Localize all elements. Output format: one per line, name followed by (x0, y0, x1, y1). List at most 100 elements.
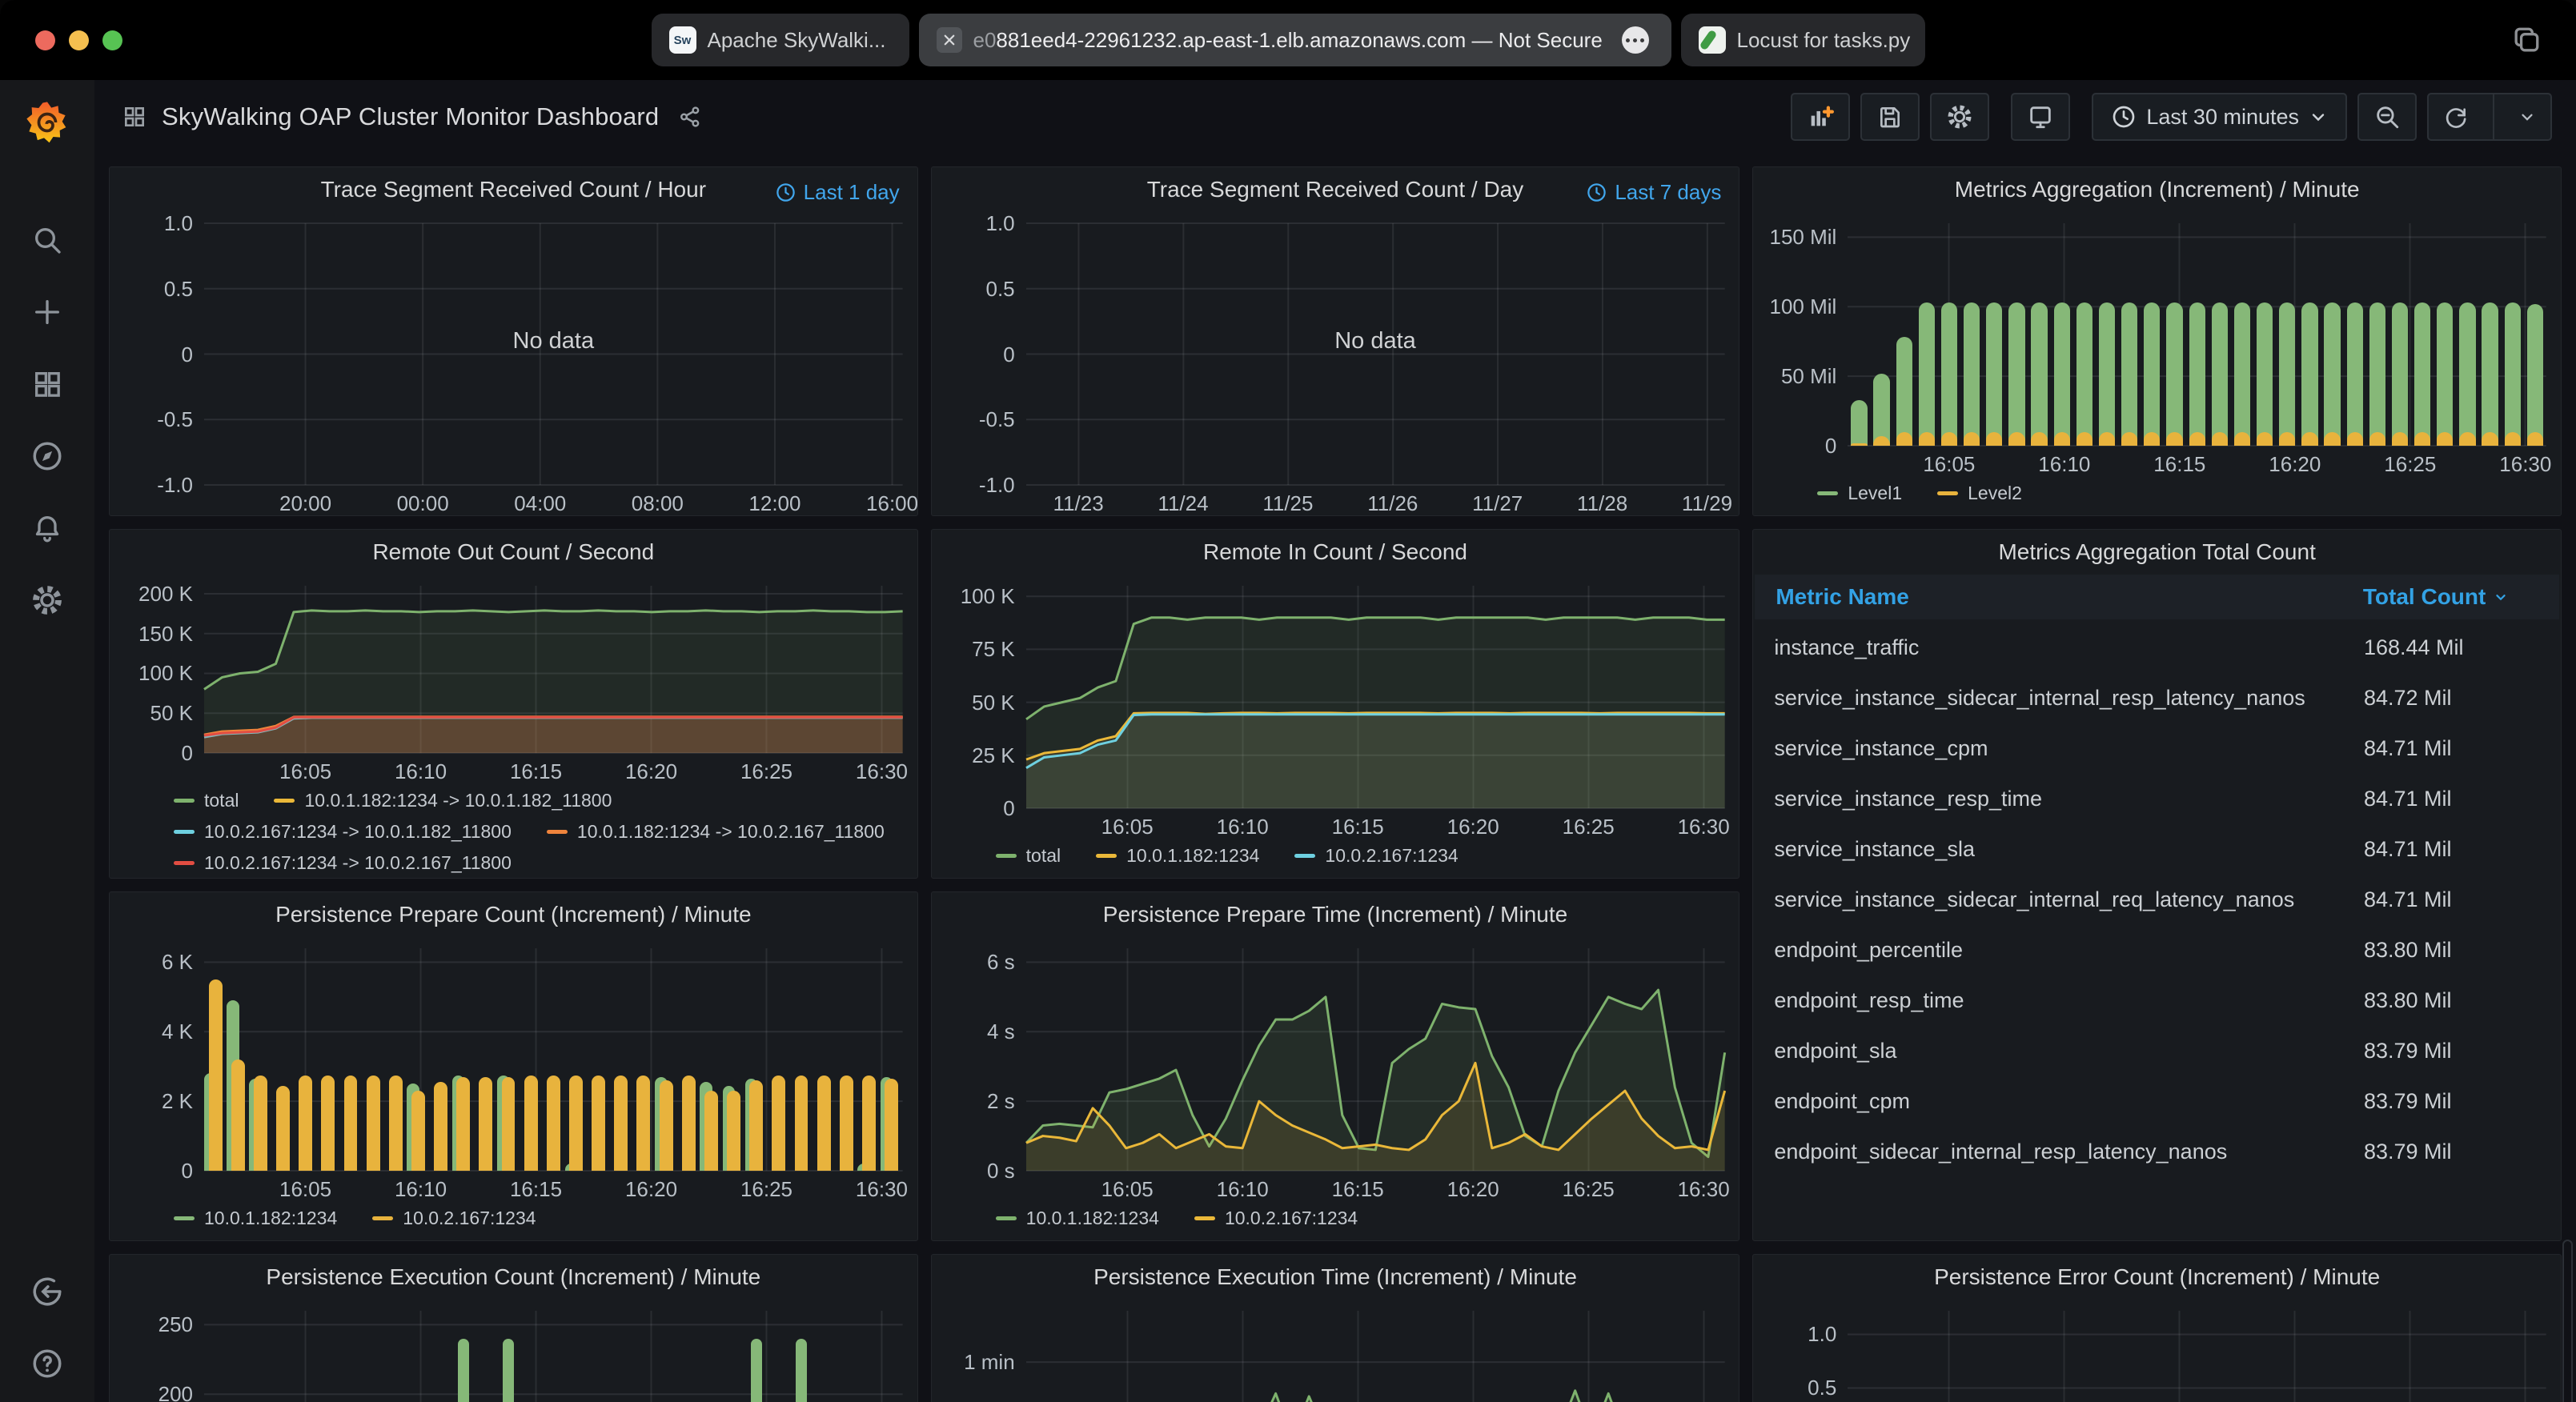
panel-title: Metrics Aggregation (Increment) / Minute (1955, 177, 2360, 202)
grafana-logo[interactable] (25, 99, 70, 146)
zoom-window-button[interactable] (102, 30, 122, 50)
refresh-interval-dropdown[interactable] (2504, 94, 2550, 139)
metric-name-cell: endpoint_resp_time (1774, 988, 2364, 1013)
chart-plot (204, 948, 903, 1171)
y-axis-label: 50 Mil (1753, 364, 1836, 389)
table-header-row: Metric Name Total Count (1755, 575, 2559, 619)
legend-item[interactable]: total (174, 790, 239, 811)
table-row[interactable]: endpoint_percentile83.80 Mil (1753, 925, 2561, 975)
legend-item[interactable]: 10.0.2.167:1234 (1194, 1208, 1358, 1229)
panel-header[interactable]: Persistence Error Count (Increment) / Mi… (1753, 1255, 2561, 1300)
panel-header[interactable]: Metrics Aggregation (Increment) / Minute (1753, 167, 2561, 212)
tab-active-elb[interactable]: e0881eed4-22961232.ap-east-1.elb.amazona… (919, 14, 1671, 66)
panel-header[interactable]: Metrics Aggregation Total Count (1753, 530, 2561, 575)
alerting-bell-icon[interactable] (30, 511, 65, 546)
legend-item[interactable]: 10.0.2.167:1234 -> 10.0.2.167_11800 (174, 852, 512, 874)
tab-locust[interactable]: Locust for tasks.py (1681, 14, 1925, 66)
settings-gear-icon[interactable] (30, 583, 65, 618)
dashboard-toolbar: Last 30 minutes (1791, 93, 2552, 141)
x-axis-label: 16:10 (395, 1177, 447, 1202)
panel-header[interactable]: Persistence Execution Count (Increment) … (110, 1255, 917, 1300)
y-axis-label: 200 K (110, 582, 193, 607)
table-row[interactable]: endpoint_sla83.79 Mil (1753, 1026, 2561, 1076)
legend-item[interactable]: 10.0.1.182:1234 (996, 1208, 1159, 1229)
legend-color-mark (174, 830, 195, 834)
x-axis-label: 16:30 (1678, 1177, 1730, 1202)
chart-body: 100 K75 K50 K25 K016:0516:1016:1516:2016… (932, 575, 1739, 839)
table-row[interactable]: endpoint_sidecar_internal_resp_latency_n… (1753, 1127, 2561, 1177)
dashboard-settings-button[interactable] (1930, 93, 1989, 141)
y-axis-label: 25 K (932, 743, 1015, 768)
window-controls[interactable] (35, 30, 122, 50)
minimize-window-button[interactable] (69, 30, 89, 50)
x-axis-label: 16:20 (1447, 815, 1499, 839)
time-range-picker[interactable]: Last 30 minutes (2092, 93, 2347, 141)
panel-legend: total 10.0.1.182:1234 -> 10.0.1.182_11800… (110, 783, 917, 878)
apps-grid-icon[interactable] (122, 104, 147, 130)
column-header-total-count[interactable]: Total Count (2363, 584, 2538, 610)
panel-header[interactable]: Remote Out Count / Second (110, 530, 917, 575)
panel-header[interactable]: Trace Segment Received Count / Day Last … (932, 167, 1739, 212)
x-axis-label: 00:00 (397, 491, 449, 516)
share-icon[interactable] (678, 105, 702, 129)
explore-compass-icon[interactable] (30, 439, 65, 474)
y-axis-label: 0.5 (110, 277, 193, 302)
table-row[interactable]: service_instance_sidecar_internal_resp_l… (1753, 673, 2561, 723)
legend-item[interactable]: 10.0.2.167:1234 -> 10.0.1.182_11800 (174, 821, 512, 843)
total-count-cell: 84.71 Mil (2364, 887, 2540, 912)
legend-item[interactable]: 10.0.2.167:1234 (1294, 845, 1458, 867)
table-row[interactable]: service_instance_resp_time84.71 Mil (1753, 774, 2561, 824)
chart-plot: No data (204, 223, 903, 485)
panel-title: Trace Segment Received Count / Day (1147, 177, 1524, 202)
y-axis-label: 0.5 (1753, 1376, 1836, 1400)
dashboards-icon[interactable] (30, 367, 65, 402)
refresh-dashboard-button[interactable] (2429, 94, 2483, 139)
close-window-button[interactable] (35, 30, 55, 50)
legend-item[interactable]: 10.0.1.182:1234 -> 10.0.1.182_11800 (274, 790, 612, 811)
table-row[interactable]: service_instance_cpm84.71 Mil (1753, 723, 2561, 774)
table-row[interactable]: endpoint_cpm83.79 Mil (1753, 1076, 2561, 1127)
close-tab-icon[interactable] (937, 27, 962, 53)
page-scrollbar[interactable] (2562, 1240, 2573, 1402)
legend-item[interactable]: 10.0.1.182:1234 (174, 1208, 337, 1229)
create-plus-icon[interactable] (30, 294, 65, 330)
dashboard-title[interactable]: SkyWalking OAP Cluster Monitor Dashboard (162, 102, 659, 131)
cycle-view-mode-button[interactable] (2011, 93, 2070, 141)
add-panel-button[interactable] (1791, 93, 1850, 141)
legend-item[interactable]: 10.0.2.167:1234 (372, 1208, 536, 1229)
browser-window: Sw Apache SkyWalki... e0881eed4-22961232… (0, 0, 2576, 1402)
tab-apache-skywalking[interactable]: Sw Apache SkyWalki... (652, 14, 909, 66)
panel-header[interactable]: Persistence Prepare Time (Increment) / M… (932, 892, 1739, 937)
panel-trace-segment-hour: Trace Segment Received Count / Hour Last… (109, 166, 918, 516)
legend-item[interactable]: 10.0.1.182:1234 (1096, 845, 1259, 867)
legend-color-mark (1937, 491, 1958, 495)
sign-in-icon[interactable] (30, 1274, 65, 1309)
table-row[interactable]: instance_traffic168.44 Mil (1753, 623, 2561, 673)
panel-title: Trace Segment Received Count / Hour (321, 177, 706, 202)
table-row[interactable]: service_instance_sla84.71 Mil (1753, 824, 2561, 875)
legend-color-mark (174, 861, 195, 865)
y-axis-label: -0.5 (932, 407, 1015, 432)
panel-header[interactable]: Remote In Count / Second (932, 530, 1739, 575)
table-row[interactable]: endpoint_resp_time83.80 Mil (1753, 975, 2561, 1026)
panel-header[interactable]: Persistence Prepare Count (Increment) / … (110, 892, 917, 937)
save-dashboard-button[interactable] (1860, 93, 1920, 141)
help-icon[interactable] (30, 1346, 65, 1381)
tab-options-icon[interactable] (1622, 26, 1649, 54)
legend-item[interactable]: Level1 (1817, 483, 1902, 504)
chart-plot (1026, 948, 1725, 1171)
legend-item[interactable]: total (996, 845, 1061, 867)
zoom-out-time-button[interactable] (2357, 93, 2417, 141)
legend-item[interactable]: Level2 (1937, 483, 2022, 504)
column-header-metric-name[interactable]: Metric Name (1776, 584, 2363, 610)
table-row[interactable]: service_instance_sidecar_internal_req_la… (1753, 875, 2561, 925)
x-axis-label: 16:25 (1563, 1177, 1615, 1202)
y-axis-label: 0 s (932, 1159, 1015, 1184)
search-icon[interactable] (30, 222, 65, 258)
legend-item[interactable]: 10.0.1.182:1234 -> 10.0.2.167_11800 (547, 821, 885, 843)
x-axis-label: 16:20 (2269, 452, 2321, 477)
metric-name-cell: service_instance_sidecar_internal_req_la… (1774, 887, 2364, 912)
panel-header[interactable]: Trace Segment Received Count / Hour Last… (110, 167, 917, 212)
panel-header[interactable]: Persistence Execution Time (Increment) /… (932, 1255, 1739, 1300)
tab-overview-icon[interactable] (2509, 22, 2544, 58)
